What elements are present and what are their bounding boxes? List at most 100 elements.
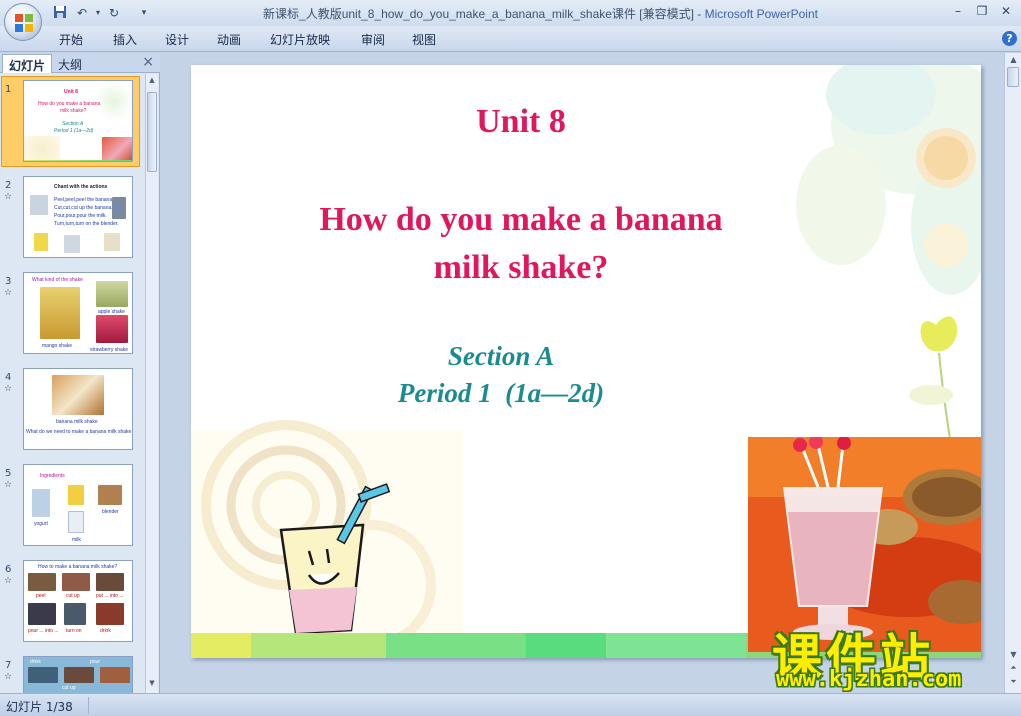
thumbnail-scrollbar[interactable]: ▲ ▼: [145, 74, 158, 693]
slide-number: 1: [5, 84, 12, 95]
previous-slide-icon[interactable]: ⏶: [1007, 663, 1020, 673]
office-logo-icon: [15, 14, 33, 32]
thumb-text: Pour,pour,pour the milk.: [54, 213, 107, 219]
thumb-text: Unit 8: [64, 89, 78, 95]
slide-thumbnail-1[interactable]: 1 Unit 8 How do you make a banana milk s…: [0, 74, 145, 167]
thumbnail-preview: Chant with the actions Peel,peel,peel th…: [23, 176, 133, 258]
title-bar: ↶ ▾ ↻ ▾ 新课标_人教版unit_8_how_do_you_make_a_…: [0, 0, 1021, 26]
undo-dropdown-icon[interactable]: ▾: [90, 5, 106, 21]
watermark-url: www.kjzhan.com: [776, 667, 962, 692]
tab-insert[interactable]: 插入: [113, 31, 137, 48]
scroll-down-icon[interactable]: ▼: [147, 679, 157, 691]
thumb-step-image: [28, 603, 56, 625]
help-icon[interactable]: ?: [1002, 31, 1017, 46]
thumb-text: drink: [30, 659, 41, 665]
thumb-banana-shake-image: [52, 375, 104, 415]
slide-number: 5: [5, 468, 12, 479]
powerpoint-window: ↶ ▾ ↻ ▾ 新课标_人教版unit_8_how_do_you_make_a_…: [0, 0, 1021, 716]
thumb-image: [104, 233, 120, 251]
thumb-milk-image: [68, 511, 84, 533]
scroll-up-icon[interactable]: ▲: [147, 76, 157, 88]
ribbon-tabs: 开始 插入 设计 动画 幻灯片放映 审阅 视图 ?: [0, 26, 1021, 52]
tab-home[interactable]: 开始: [59, 31, 83, 48]
save-icon[interactable]: [52, 5, 68, 21]
thumbnail-preview: Ingredients blender yogurt milk: [23, 464, 133, 546]
tab-view[interactable]: 视图: [412, 31, 436, 48]
slide-number: 6: [5, 564, 12, 575]
thumb-yogurt-image: [32, 489, 50, 517]
slide-section[interactable]: Section A: [191, 341, 811, 372]
tab-outline[interactable]: 大纲: [52, 54, 88, 73]
slide-question-line-2[interactable]: milk shake?: [191, 249, 851, 287]
app-name: Microsoft PowerPoint: [704, 7, 818, 21]
window-title: 新课标_人教版unit_8_how_do_you_make_a_banana_m…: [150, 5, 931, 22]
thumb-step-image: [64, 667, 94, 683]
slide-thumbnail-2[interactable]: 2 ☆ Chant with the actions Peel,peel,pee…: [0, 170, 145, 262]
scrollbar-thumb[interactable]: [1007, 67, 1019, 87]
thumb-text: cut up: [66, 593, 80, 599]
thumb-step-image: [28, 667, 58, 683]
thumb-bottom-strip: [24, 160, 132, 161]
tab-review[interactable]: 审阅: [361, 31, 385, 48]
thumb-text: blender: [102, 509, 119, 515]
thumbnail-preview: Unit 8 How do you make a banana milk sha…: [23, 80, 133, 162]
thumb-text: turn on: [66, 628, 82, 634]
slide-question-line-1[interactable]: How do you make a banana: [191, 201, 851, 239]
thumb-step-image: [64, 603, 86, 625]
thumbnail-preview: banana milk shake What do we need to mak…: [23, 368, 133, 450]
scroll-down-icon[interactable]: ▼: [1007, 650, 1020, 659]
slide-thumbnail-6[interactable]: 6 ☆ How to make a banana milk shake? pee…: [0, 554, 145, 646]
thumb-text: milk shake?: [60, 108, 87, 114]
redo-icon[interactable]: ↻: [106, 5, 122, 21]
thumb-step-image: [96, 603, 124, 625]
slide-thumbnail-5[interactable]: 5 ☆ Ingredients blender yogurt milk: [0, 458, 145, 550]
slide-title[interactable]: Unit 8: [191, 103, 851, 141]
animation-star-icon: ☆: [4, 576, 13, 586]
status-bar: 幻灯片 1/38: [0, 693, 1021, 716]
scrollbar-thumb[interactable]: [147, 92, 157, 172]
next-slide-icon[interactable]: ⏷: [1007, 677, 1020, 687]
thumb-text: drink: [100, 628, 111, 634]
tab-animations[interactable]: 动画: [217, 31, 241, 48]
thumb-text: banana milk shake: [56, 419, 98, 425]
thumb-apple-image: [96, 281, 128, 307]
slides-pane: 幻灯片 大纲 × 1 Unit 8 How do you make a bana…: [0, 53, 160, 693]
thumb-text: peel: [36, 593, 46, 599]
thumb-step-image: [28, 573, 56, 591]
slide-scrollbar[interactable]: ▲ ▼ ⏶ ⏷: [1004, 53, 1021, 693]
thumb-text: Section A: [62, 121, 84, 127]
thumb-text: Chant with the actions: [54, 184, 108, 190]
current-slide[interactable]: Unit 8 How do you make a banana milk sha…: [191, 65, 981, 658]
slide-period[interactable]: Period 1 (1a—2d): [191, 378, 811, 409]
thumb-mango-image: [40, 287, 80, 339]
slide-thumbnail-3[interactable]: 3 ☆ What kind of the shake apple shake m…: [0, 266, 145, 358]
animation-star-icon: ☆: [4, 480, 13, 490]
close-button[interactable]: ✕: [996, 2, 1016, 20]
thumb-step-image: [62, 573, 90, 591]
status-divider: [88, 697, 89, 714]
animation-star-icon: ☆: [4, 192, 13, 202]
pane-tabs: 幻灯片 大纲 ×: [0, 53, 160, 73]
thumb-text: put ... into ...: [96, 593, 124, 599]
office-button[interactable]: [4, 3, 42, 41]
thumb-text: Turn,turn,turn on the blender.: [54, 221, 119, 227]
thumbnail-list: 1 Unit 8 How do you make a banana milk s…: [0, 74, 145, 693]
slide-number: 3: [5, 276, 12, 287]
tab-design[interactable]: 设计: [165, 31, 189, 48]
document-title: 新课标_人教版unit_8_how_do_you_make_a_banana_m…: [263, 7, 694, 21]
tab-slideshow[interactable]: 幻灯片放映: [270, 31, 330, 48]
slide-thumbnail-7[interactable]: 7 ☆ drink pour cut up: [0, 650, 145, 693]
scroll-up-icon[interactable]: ▲: [1007, 55, 1020, 64]
minimize-button[interactable]: –: [948, 2, 968, 20]
slide-editing-area: Unit 8 How do you make a banana milk sha…: [161, 53, 1004, 693]
thumb-text: What kind of the shake: [32, 277, 83, 283]
restore-button[interactable]: ❐: [972, 2, 992, 20]
thumbnail-preview: What kind of the shake apple shake mango…: [23, 272, 133, 354]
undo-icon[interactable]: ↶: [74, 5, 90, 21]
slide-number: 2: [5, 180, 12, 191]
tab-slides[interactable]: 幻灯片: [2, 54, 53, 73]
thumb-cartoon-image: [24, 136, 60, 161]
close-pane-icon[interactable]: ×: [142, 54, 154, 70]
slide-thumbnail-4[interactable]: 4 ☆ banana milk shake What do we need to…: [0, 362, 145, 454]
thumb-blender-image: [98, 485, 122, 505]
